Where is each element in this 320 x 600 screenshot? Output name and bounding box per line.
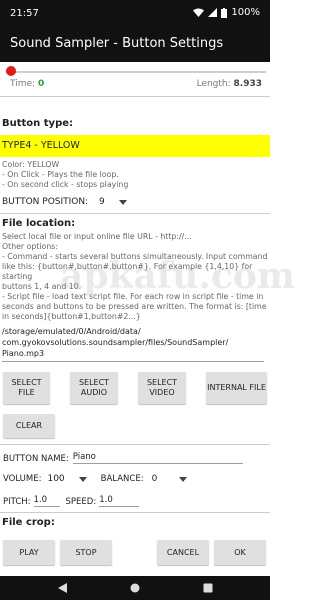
divider: [0, 444, 270, 445]
cancel-button[interactable]: CANCEL: [157, 540, 209, 565]
length-label: Length:: [196, 79, 231, 89]
button-position-value: 9: [99, 197, 105, 207]
signal-icon: [208, 8, 218, 17]
button-name-row: BUTTON NAME: Piano: [3, 452, 243, 464]
speed-label: SPEED:: [65, 497, 97, 507]
button-type-selector[interactable]: TYPE4 - YELLOW: [0, 135, 270, 157]
seek-thumb[interactable]: [6, 66, 16, 76]
button-position-dropdown[interactable]: 9: [99, 197, 127, 207]
select-video-button[interactable]: SELECT VIDEO: [138, 372, 186, 404]
clear-button[interactable]: CLEAR: [3, 414, 55, 438]
file-path-line: com.gyokovsolutions.soundsampler/files/S…: [2, 338, 229, 347]
pitch-speed-row: PITCH: 1.0 SPEED: 1.0: [3, 495, 140, 507]
type-click-line: - On Click - Plays the file loop.: [2, 170, 119, 179]
internal-file-button[interactable]: INTERNAL FILE: [206, 372, 267, 404]
length-value: 8.933: [233, 79, 262, 89]
file-path-line: Piano.mp3: [2, 349, 45, 358]
button-type-description: Color: YELLOW - On Click - Plays the fil…: [2, 160, 128, 190]
battery-icon: [221, 7, 228, 18]
pitch-label: PITCH:: [3, 497, 31, 507]
seek-bar[interactable]: [6, 66, 266, 77]
dropdown-arrow-icon: [179, 476, 188, 482]
watermark: apkafu.com: [60, 255, 295, 297]
status-bar: 21:57 100%: [0, 0, 270, 28]
file-path-input[interactable]: /storage/emulated/0/Android/data/ com.gy…: [2, 326, 264, 362]
file-location-line: Select local file or input online file U…: [2, 232, 192, 241]
button-position-row: BUTTON POSITION: 9: [2, 197, 127, 207]
file-crop-heading: File crop:: [2, 517, 55, 528]
time-label: Time:: [10, 79, 36, 89]
home-icon[interactable]: [130, 583, 140, 593]
button-name-label: BUTTON NAME:: [3, 454, 69, 464]
button-position-label: BUTTON POSITION:: [2, 197, 89, 207]
balance-dropdown[interactable]: 0: [152, 474, 188, 484]
type-color-line: Color: YELLOW: [2, 160, 60, 169]
seek-track: [10, 71, 266, 73]
select-file-button[interactable]: SELECT FILE: [3, 372, 50, 404]
file-location-line: Other options:: [2, 242, 58, 251]
file-path-line: /storage/emulated/0/Android/data/: [2, 327, 141, 336]
type-second-click-line: - On second click - stops playing: [2, 180, 129, 189]
dropdown-arrow-icon: [78, 476, 87, 482]
navigation-bar: [0, 576, 270, 600]
battery-percent: 100%: [231, 7, 260, 18]
app-bar: Sound Sampler - Button Settings: [0, 28, 270, 62]
length-group: Length: 8.933: [197, 79, 262, 89]
wifi-icon: [193, 8, 205, 17]
pitch-input[interactable]: 1.0: [33, 495, 60, 507]
play-button[interactable]: PLAY: [3, 540, 55, 565]
volume-dropdown[interactable]: 100: [47, 474, 87, 484]
time-row: Time: 0 Length: 8.933: [10, 79, 262, 91]
stop-button[interactable]: STOP: [60, 540, 112, 565]
volume-value: 100: [47, 474, 65, 484]
file-location-line: in seconds]{button#1,button#2...}: [2, 312, 141, 321]
status-time: 21:57: [10, 8, 39, 19]
speed-input[interactable]: 1.0: [99, 495, 140, 507]
recents-icon[interactable]: [203, 583, 213, 593]
status-icons: 100%: [193, 7, 260, 18]
app-title: Sound Sampler - Button Settings: [10, 36, 224, 51]
balance-value: 0: [151, 474, 158, 484]
back-icon[interactable]: [58, 583, 67, 593]
button-type-heading: Button type:: [2, 118, 74, 129]
volume-balance-row: VOLUME: 100 BALANCE: 0: [3, 474, 188, 484]
dropdown-arrow-icon: [118, 199, 127, 205]
button-type-value: TYPE4 - YELLOW: [2, 140, 80, 151]
select-audio-button[interactable]: SELECT AUDIO: [70, 372, 118, 404]
ok-button[interactable]: OK: [214, 540, 266, 565]
divider: [0, 213, 270, 214]
volume-label: VOLUME:: [3, 474, 42, 484]
file-location-heading: File location:: [2, 218, 76, 229]
file-location-line: seconds and buttons to be pressed are wr…: [2, 302, 267, 311]
balance-label: BALANCE:: [100, 474, 144, 484]
divider: [0, 512, 270, 513]
button-name-input[interactable]: Piano: [72, 452, 243, 464]
time-value: 0: [37, 79, 45, 89]
divider: [0, 96, 270, 97]
